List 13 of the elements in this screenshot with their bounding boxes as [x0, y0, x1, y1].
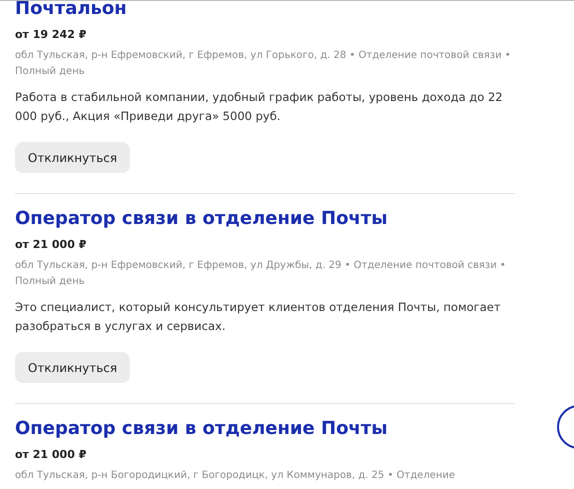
- vacancy-title[interactable]: Оператор связи в отделение Почты: [15, 416, 388, 442]
- vacancy-description: Это специалист, который консультирует клиентов отделения Почты, помогает разобраться в услугах и сервисах.: [15, 299, 502, 335]
- respond-button[interactable]: Откликнуться: [15, 142, 130, 173]
- salary: от 21 000 ₽: [15, 237, 86, 253]
- respond-button[interactable]: Откликнуться: [15, 352, 130, 383]
- vacancy-title[interactable]: Оператор связи в отделение Почты: [15, 206, 388, 232]
- salary: от 21 000 ₽: [15, 447, 86, 463]
- address: обл Тульская, р-н Ефремовский, г Ефремов, ул Горького, д. 28 • Отделение почтовой связи • Полный день: [15, 49, 512, 79]
- salary: от 19 242 ₽: [15, 27, 86, 43]
- vacancy-title[interactable]: Почтальон: [15, 1, 127, 22]
- address: обл Тульская, р-н Богородицкий, г Богородицк, ул Коммунаров, д. 25 • Отделение: [15, 469, 456, 483]
- vacancy-description: Работа в стабильной компании, удобный график работы, уровень дохода до 22 000 руб., Акция «Приведи друга» 5000 руб.: [15, 89, 504, 125]
- address: обл Тульская, р-н Ефремовский, г Ефремов, ул Дружбы, д. 29 • Отделение почтовой связи • Полный день: [15, 259, 507, 289]
